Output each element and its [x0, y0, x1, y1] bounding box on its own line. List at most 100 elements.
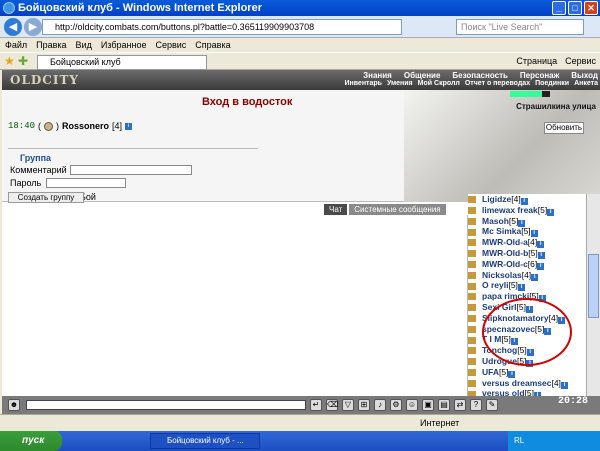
player-row[interactable]: MWR-Old-a[4] i: [468, 237, 586, 249]
player-row[interactable]: Masoh[5] i: [468, 216, 586, 227]
taskbar-ie-window[interactable]: Бойцовский клуб - ...: [150, 433, 260, 449]
chat-input[interactable]: [26, 400, 306, 410]
players-scrollbar[interactable]: [586, 194, 600, 396]
nav-knowledge[interactable]: Знания: [363, 71, 392, 80]
player-level: [5]: [521, 226, 531, 237]
search-input[interactable]: Поиск "Live Search": [456, 19, 584, 35]
player-row[interactable]: limewax freak[5] i: [468, 205, 586, 216]
comment-input[interactable]: [70, 165, 192, 175]
nav-transfer-report[interactable]: Отчет о переводах: [465, 80, 530, 87]
player-icon: [468, 196, 476, 204]
sound-icon[interactable]: ♪: [374, 399, 386, 411]
player-name[interactable]: Rossonero: [62, 121, 109, 131]
browser-tab[interactable]: Бойцовский клуб: [37, 55, 207, 70]
lock-icon[interactable]: ▣: [422, 399, 434, 411]
player-level: [5]: [528, 248, 538, 258]
player-level: [4]: [112, 121, 123, 131]
player-icon: [468, 315, 476, 323]
player-icon: [468, 239, 476, 247]
player-name[interactable]: limewax freak: [482, 205, 538, 215]
player-icon: [468, 261, 476, 269]
chat-input-bar: ☻ ↵ ⌫ ▽ ⊞ ♪ ⚙ ☺ ▣ ▤ ⇄ ? ✎ 20:28: [2, 396, 600, 414]
menu-view[interactable]: Вид: [76, 38, 92, 52]
emote-icon[interactable]: ☻: [8, 399, 20, 411]
nav-profile[interactable]: Анкета: [574, 80, 598, 87]
player-icon: [468, 271, 476, 279]
tab-system-messages[interactable]: Системные сообщения: [349, 204, 446, 215]
player-row[interactable]: Nicksolas[4] i: [468, 270, 586, 281]
nav-security[interactable]: Безопасность: [452, 71, 508, 80]
player-name[interactable]: UFA: [482, 367, 499, 377]
tools-menu[interactable]: Сервис: [565, 55, 596, 68]
player-icon: [468, 228, 476, 236]
location-link[interactable]: Страшилкина улица: [516, 102, 596, 111]
player-name[interactable]: O reyli: [482, 280, 508, 290]
player-name[interactable]: Ligidze: [482, 194, 511, 204]
player-icon: [468, 347, 476, 355]
menu-favorites[interactable]: Избранное: [101, 38, 147, 52]
player-level: [5]: [508, 280, 518, 291]
book-icon[interactable]: ▤: [438, 399, 450, 411]
refresh-button[interactable]: Обновить: [544, 122, 584, 134]
player-name[interactable]: versus dreamsec: [482, 378, 551, 388]
player-row[interactable]: MWR-Old-b[5] i: [468, 248, 586, 259]
player-icon: [468, 325, 476, 333]
nav-exit[interactable]: Выход: [571, 71, 598, 80]
minimize-button[interactable]: _: [552, 1, 566, 15]
player-name[interactable]: Mc Simka: [482, 226, 521, 236]
player-row[interactable]: versus dreamsec[4] i: [468, 378, 586, 389]
nav-character[interactable]: Персонаж: [520, 71, 559, 80]
nav-skills[interactable]: Умения: [387, 80, 413, 87]
nav-my-scroll[interactable]: Мой Скролл: [418, 80, 460, 87]
settings-icon[interactable]: ✎: [486, 399, 498, 411]
clear-icon[interactable]: ⌫: [326, 399, 338, 411]
close-button[interactable]: ✕: [584, 1, 598, 15]
nav-inventory[interactable]: Инвентарь: [344, 80, 382, 87]
player-row[interactable]: MWR-Old-c[6] i: [468, 259, 586, 270]
player-name[interactable]: MWR-Old-b: [482, 248, 528, 258]
back-icon[interactable]: ◀: [4, 18, 22, 36]
password-input[interactable]: [46, 178, 126, 188]
player-name[interactable]: Masoh: [482, 216, 509, 226]
game-page: OLDCITY Знания Общение Безопасность Перс…: [2, 70, 600, 396]
player-row[interactable]: Mc Simka[5] i: [468, 226, 586, 238]
menu-file[interactable]: Файл: [5, 38, 27, 52]
favorites-star-icon[interactable]: ★: [4, 54, 15, 68]
player-row[interactable]: Ligidze[4] i: [468, 194, 586, 205]
player-row[interactable]: versus old[5] i: [468, 388, 586, 396]
info-icon[interactable]: i: [125, 122, 133, 130]
player-icon: [468, 282, 476, 290]
player-row[interactable]: O reyli[5] i: [468, 280, 586, 292]
trade-icon[interactable]: ⇄: [454, 399, 466, 411]
send-icon[interactable]: ↵: [310, 399, 322, 411]
forward-icon[interactable]: ▶: [24, 18, 42, 36]
menu-help[interactable]: Справка: [195, 38, 230, 52]
page-menu[interactable]: Страница: [516, 55, 557, 68]
create-group-button[interactable]: Создать группу: [8, 192, 84, 203]
nav-community[interactable]: Общение: [404, 71, 441, 80]
player-name[interactable]: versus old: [482, 388, 525, 396]
maximize-button[interactable]: □: [568, 1, 582, 15]
player-name[interactable]: Nicksolas: [482, 270, 522, 280]
menu-edit[interactable]: Правка: [36, 38, 66, 52]
highlight-circle: [482, 298, 572, 366]
url-field[interactable]: http://oldcity.combats.com/buttons.pl?ba…: [42, 19, 402, 35]
mode-icon[interactable]: ⊞: [358, 399, 370, 411]
menu-tools[interactable]: Сервис: [155, 38, 186, 52]
menu-bar: Файл Правка Вид Избранное Сервис Справка: [0, 38, 600, 52]
nav-fights[interactable]: Поединки: [535, 80, 569, 87]
player-level: [4]: [551, 377, 561, 388]
player-row[interactable]: UFA[5] i: [468, 367, 586, 378]
smile-icon[interactable]: ☺: [406, 399, 418, 411]
add-favorite-icon[interactable]: ✚: [18, 54, 28, 68]
ie-icon: [3, 2, 15, 14]
options-icon[interactable]: ⚙: [390, 399, 402, 411]
player-name[interactable]: MWR-Old-a: [482, 237, 528, 247]
start-button[interactable]: пуск: [0, 431, 62, 451]
help-icon[interactable]: ?: [470, 399, 482, 411]
player-level: [5]: [537, 204, 548, 215]
player-name[interactable]: MWR-Old-c: [482, 259, 528, 269]
filter-icon[interactable]: ▽: [342, 399, 354, 411]
game-top-nav: OLDCITY Знания Общение Безопасность Перс…: [2, 70, 600, 90]
tab-chat[interactable]: Чат: [324, 204, 348, 215]
